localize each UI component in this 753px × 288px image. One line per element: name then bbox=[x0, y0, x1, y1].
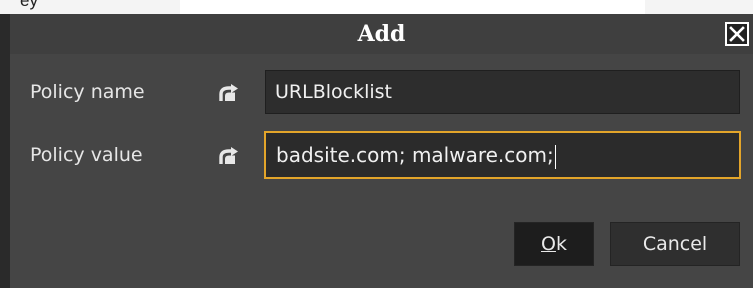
policy-value-value: badsite.com; malware.com; bbox=[276, 143, 554, 167]
policy-value-field[interactable]: badsite.com; malware.com; bbox=[264, 131, 741, 179]
background-right-panel bbox=[645, 0, 753, 14]
close-icon bbox=[729, 26, 745, 42]
policy-name-label: Policy name bbox=[30, 81, 145, 103]
ok-label-rest: k bbox=[555, 233, 567, 255]
close-button[interactable] bbox=[725, 22, 749, 46]
ok-mnemonic: O bbox=[541, 233, 556, 255]
policy-name-value: URLBlocklist bbox=[275, 81, 392, 103]
screen: ey Add Policy name URLBlocklist Policy v… bbox=[0, 0, 753, 288]
background-text: ey bbox=[20, 0, 38, 10]
policy-value-label: Policy value bbox=[30, 144, 143, 166]
text-caret bbox=[554, 144, 556, 169]
dialog-title: Add bbox=[357, 21, 406, 47]
add-policy-dialog: Add Policy name URLBlocklist Policy valu… bbox=[0, 14, 753, 288]
dialog-titlebar: Add bbox=[10, 14, 753, 54]
ok-button[interactable]: Ok bbox=[514, 222, 594, 266]
reset-icon[interactable] bbox=[218, 84, 240, 104]
background-page: ey bbox=[0, 0, 753, 14]
cancel-button[interactable]: Cancel bbox=[610, 222, 740, 266]
policy-name-field[interactable]: URLBlocklist bbox=[265, 70, 740, 114]
reset-icon[interactable] bbox=[218, 147, 240, 167]
